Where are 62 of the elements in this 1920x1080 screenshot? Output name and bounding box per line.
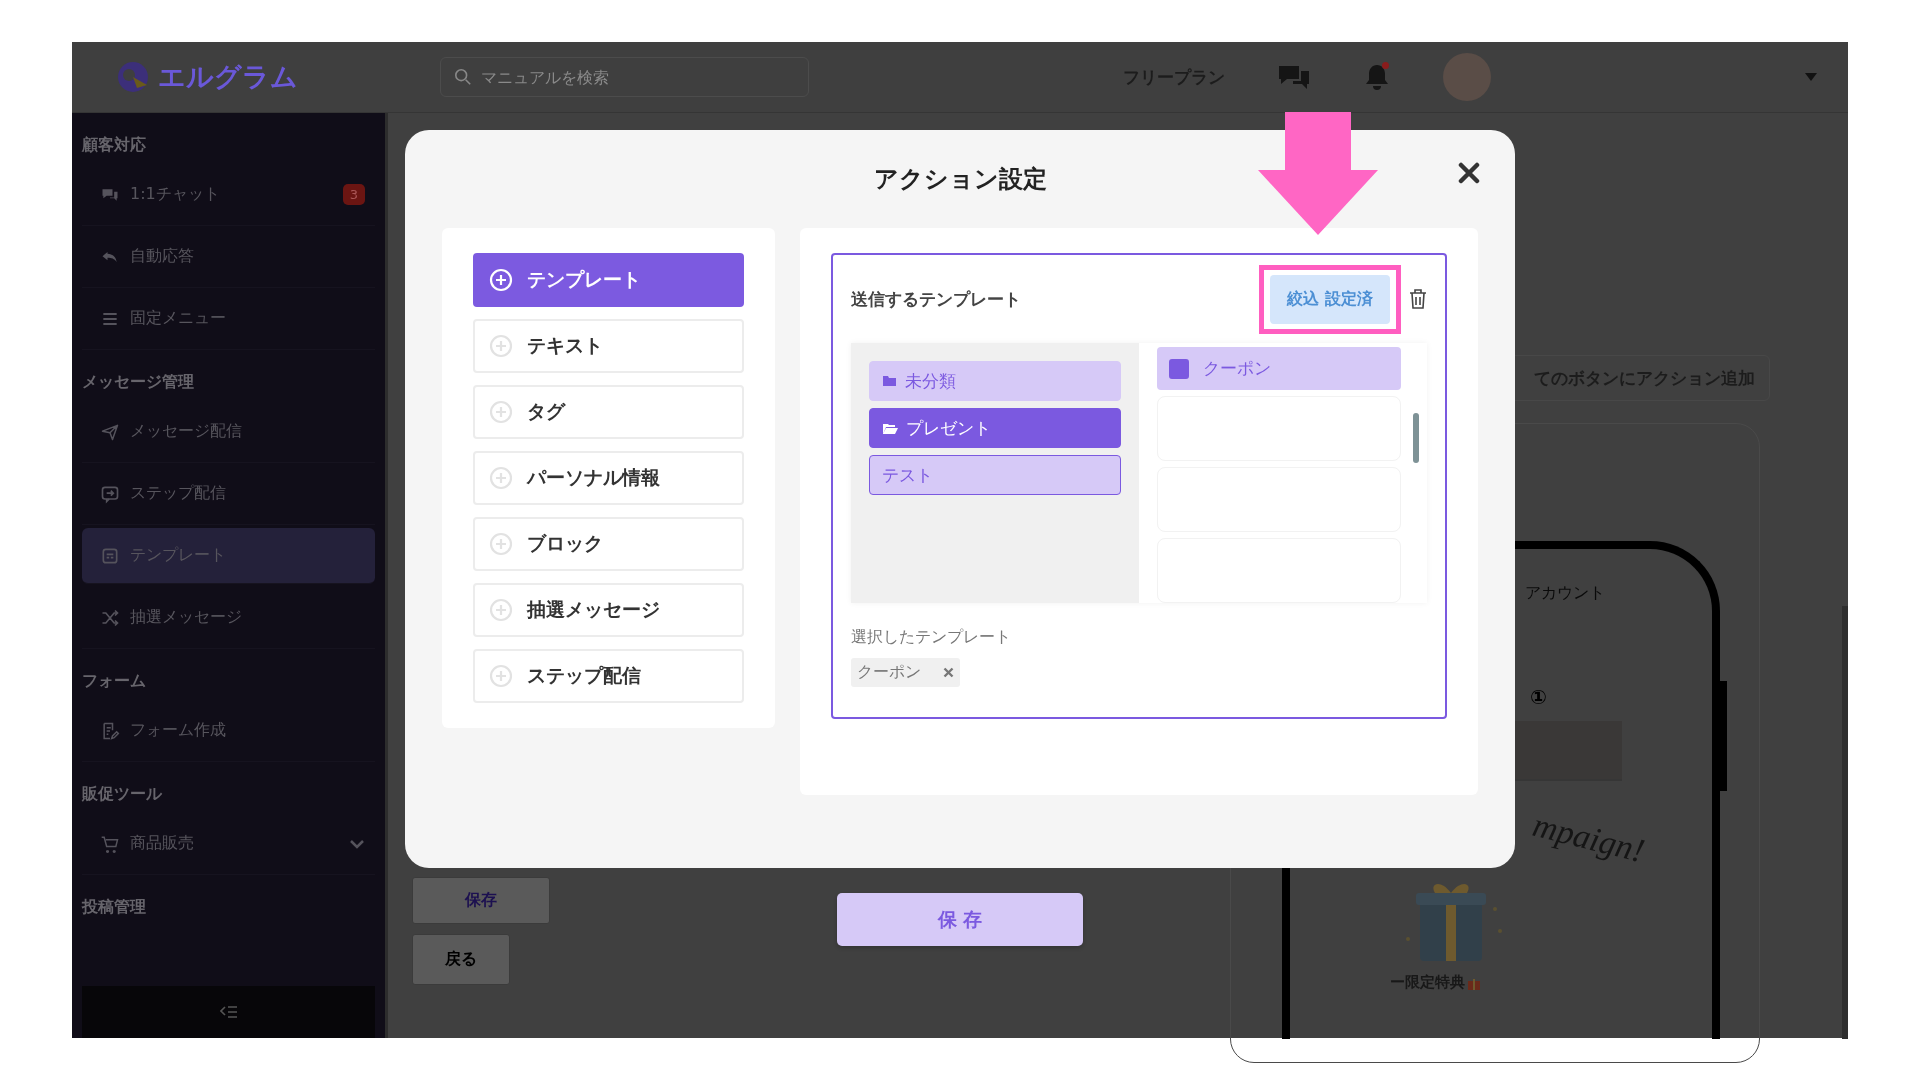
sidebar-item[interactable]: 自動応答 xyxy=(82,226,375,288)
action-type-button[interactable]: ステップ配信 xyxy=(473,649,744,703)
scrollbar[interactable] xyxy=(1842,606,1848,1039)
save-button[interactable]: 保存 xyxy=(412,877,550,924)
close-button[interactable] xyxy=(1458,162,1480,184)
save-button[interactable]: 保 存 xyxy=(837,893,1083,946)
plus-circle-icon xyxy=(489,334,513,358)
scrollbar[interactable] xyxy=(1413,413,1419,463)
folder-item[interactable]: テスト xyxy=(869,455,1121,495)
action-type-button[interactable]: ブロック xyxy=(473,517,744,571)
chip-label: クーポン xyxy=(857,662,921,683)
sidebar-item[interactable]: 固定メニュー xyxy=(82,288,375,350)
plus-circle-icon xyxy=(489,598,513,622)
section-heading: 送信するテンプレート xyxy=(851,287,1022,311)
caret-icon[interactable] xyxy=(1804,72,1818,82)
collapse-icon xyxy=(219,1004,238,1020)
step-number: ① xyxy=(1530,685,1547,709)
collapse-button[interactable] xyxy=(82,986,375,1038)
dialog-title: アクション設定 xyxy=(873,164,1047,195)
template-item[interactable]: クーポン xyxy=(1157,347,1401,391)
sidebar-item[interactable]: 商品販売 xyxy=(82,813,375,875)
action-type-button[interactable]: タグ xyxy=(473,385,744,439)
remove-button[interactable] xyxy=(943,667,954,678)
section-heading: フォーム xyxy=(81,670,147,692)
search-field[interactable]: マニュアルを検索 xyxy=(440,57,809,97)
action-type-button[interactable]: 抽選メッセージ xyxy=(473,583,744,637)
section-heading: メッセージ管理 xyxy=(81,371,195,393)
shuffle-icon xyxy=(100,607,120,628)
form-icon xyxy=(100,720,120,741)
folder-item[interactable]: 未分類 xyxy=(869,361,1121,401)
plus-circle-icon xyxy=(489,466,513,490)
close-icon xyxy=(943,667,954,678)
action-type-button[interactable]: テキスト xyxy=(473,319,744,373)
sidebar-item[interactable]: メッセージ配信 xyxy=(82,401,375,463)
field-label: 選択したテンプレート xyxy=(851,627,1012,648)
back-button[interactable]: 戻る xyxy=(412,934,510,985)
avatar[interactable] xyxy=(1442,53,1491,101)
sidebar-item[interactable]: ステップ配信 xyxy=(82,463,375,525)
count-badge: 3 xyxy=(342,184,365,205)
section-heading: 顧客対応 xyxy=(80,134,147,156)
chevron-icon[interactable] xyxy=(349,838,365,849)
sidebar-item[interactable]: フォーム作成 xyxy=(82,700,375,762)
open-folder-icon xyxy=(882,421,898,435)
search-icon xyxy=(454,68,472,86)
plus-circle-icon xyxy=(489,532,513,556)
section-heading: 投稿管理 xyxy=(80,896,147,918)
action-type-button[interactable]: パーソナル情報 xyxy=(473,451,744,505)
plus-circle-icon xyxy=(489,268,513,292)
plus-circle-icon xyxy=(489,400,513,424)
trash-icon xyxy=(1409,288,1427,310)
sidebar-item[interactable]: 1:1チャット 3 xyxy=(82,164,375,226)
folder-icon xyxy=(882,375,897,387)
close-icon xyxy=(1458,162,1480,184)
sidebar-item[interactable]: 抽選メッセージ xyxy=(82,587,375,649)
action-type-button[interactable]: テンプレート xyxy=(473,253,744,307)
folder-item[interactable]: プレゼント xyxy=(869,408,1121,448)
plus-circle-icon xyxy=(489,664,513,688)
filter-button[interactable]: 絞込 設定済 xyxy=(1270,274,1390,324)
delete-button[interactable] xyxy=(1409,288,1427,310)
app-logo[interactable]: エルグラム xyxy=(158,59,298,95)
checkbox[interactable] xyxy=(1169,358,1189,379)
section-heading: 販促ツール xyxy=(81,783,163,805)
